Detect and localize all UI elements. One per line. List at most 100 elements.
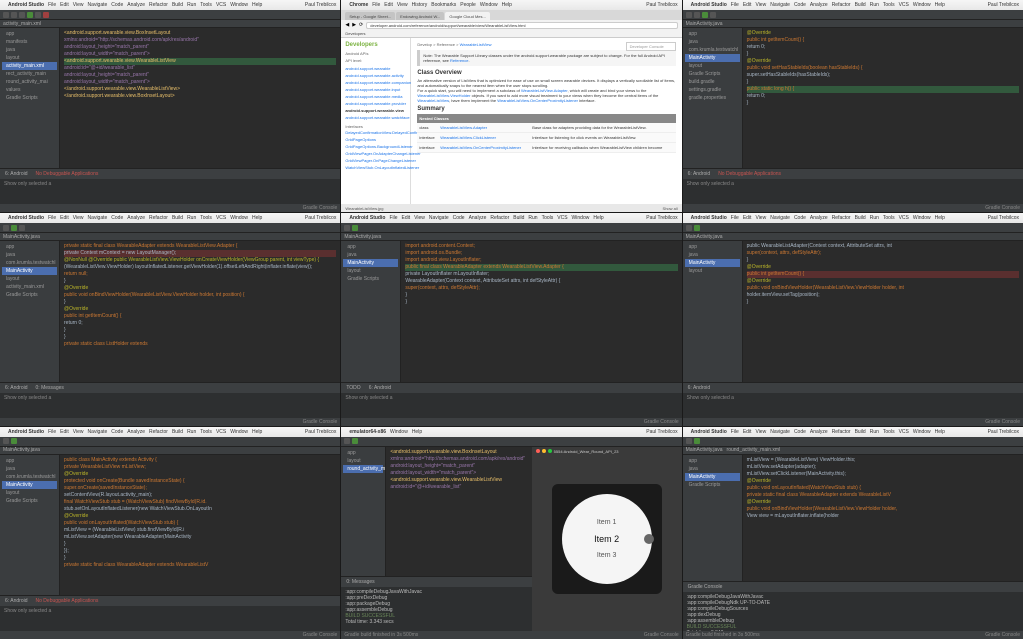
- doc-link[interactable]: WearableListView.OnCenterProximityListen…: [497, 98, 578, 103]
- tree-round[interactable]: round_activity_mai: [2, 78, 57, 86]
- menu-help[interactable]: Help: [252, 2, 262, 8]
- menu-code[interactable]: Code: [111, 2, 123, 8]
- menu-refactor[interactable]: Refactor: [149, 2, 168, 8]
- show-all-button[interactable]: Show all: [663, 206, 678, 211]
- tree-values[interactable]: values: [2, 86, 57, 94]
- nav-item[interactable]: android.support.wearable.provider: [345, 100, 406, 107]
- menu-tools[interactable]: Tools: [200, 2, 212, 8]
- project-tree[interactable]: app java com.krumla.testwatchl MainActiv…: [0, 455, 60, 595]
- code-editor[interactable]: public class MainActivity extends Activi…: [60, 455, 340, 595]
- menu-edit[interactable]: Edit: [60, 2, 69, 8]
- close-icon[interactable]: [536, 449, 540, 453]
- minimize-icon[interactable]: [542, 449, 546, 453]
- menu-file[interactable]: File: [372, 2, 380, 8]
- tab-main-activity[interactable]: MainActivity.java: [686, 21, 723, 27]
- crumb-item[interactable]: WearableListView: [460, 42, 492, 47]
- project-tree[interactable]: app java MainActivity layout: [683, 241, 743, 381]
- nav-item[interactable]: GridViewPager.OnAdapterChangeListener: [345, 150, 406, 157]
- nav-item[interactable]: android.support.wearable.media: [345, 93, 406, 100]
- tree-app[interactable]: app: [2, 30, 57, 38]
- note-link[interactable]: Reference: [450, 58, 468, 63]
- search-input[interactable]: Developer Console: [626, 42, 676, 51]
- watch-crown-icon[interactable]: [644, 534, 654, 544]
- bookmark[interactable]: Developers: [345, 31, 365, 36]
- nav-item[interactable]: android.support.wearable: [345, 65, 406, 72]
- mac-user[interactable]: Paul Trebilcox: [646, 2, 677, 8]
- chrome-tab[interactable]: Endowing Android W...: [396, 12, 444, 20]
- project-tree[interactable]: app layout round_activity_mai: [341, 447, 386, 576]
- undo-icon[interactable]: [11, 12, 17, 18]
- tab-gradle-console[interactable]: Gradle Console: [686, 584, 725, 590]
- nav-item[interactable]: GridPageOptions.BackgroundListener: [345, 143, 406, 150]
- run-icon[interactable]: [27, 12, 33, 18]
- project-tree[interactable]: app java com.krumla.testwatchl MainActiv…: [683, 28, 743, 168]
- url-field[interactable]: developer.android.com/reference/android/…: [366, 22, 677, 29]
- menu-file[interactable]: File: [48, 2, 56, 8]
- reload-icon[interactable]: ⟳: [359, 22, 363, 28]
- code-editor[interactable]: public WearableListAdapter(Context conte…: [743, 241, 1023, 381]
- code-editor[interactable]: <android.support.wearable.view.BoxInsetL…: [60, 28, 340, 168]
- menu-window[interactable]: Window: [480, 2, 498, 8]
- debug-icon[interactable]: [35, 12, 41, 18]
- menu-vcs[interactable]: VCS: [216, 2, 226, 8]
- tree-manifests[interactable]: manifests: [2, 38, 57, 46]
- nav-item[interactable]: android.support.wearable.activity: [345, 72, 406, 79]
- menu-view[interactable]: View: [73, 2, 84, 8]
- status-gradle[interactable]: Gradle Console: [303, 205, 338, 211]
- emulator-window[interactable]: 5554:Android_Wear_Round_API_23 Item 1 It…: [532, 447, 682, 631]
- chrome-tab[interactable]: Setup - Google Sheet...: [345, 12, 395, 20]
- mac-user[interactable]: Paul Trebilcox: [305, 2, 336, 8]
- forward-icon[interactable]: ▶: [352, 22, 356, 28]
- tree-gradle[interactable]: Gradle Scripts: [2, 94, 57, 102]
- tree-layout[interactable]: layout: [2, 54, 57, 62]
- tab-activity-main[interactable]: activity_main.xml: [3, 21, 41, 27]
- doc-sidebar[interactable]: Developers Android APIs API level: andro…: [341, 38, 411, 204]
- tab-android[interactable]: 6: Android: [3, 171, 30, 177]
- doc-link[interactable]: WearableListView: [417, 98, 449, 103]
- back-icon[interactable]: ◀: [345, 22, 349, 28]
- project-tree[interactable]: app java com.krumla.testwatchl MainActiv…: [0, 241, 60, 381]
- android-logo[interactable]: Developers: [345, 42, 406, 48]
- zoom-icon[interactable]: [548, 449, 552, 453]
- menu-build[interactable]: Build: [172, 2, 183, 8]
- menu-people[interactable]: People: [460, 2, 476, 8]
- code-editor[interactable]: private static final class WearableAdapt…: [60, 241, 340, 381]
- menu-edit[interactable]: Edit: [384, 2, 393, 8]
- doc-content[interactable]: Developer Console Develop > Reference > …: [411, 38, 681, 204]
- table-row[interactable]: classWearableListView.AdapterBase class …: [417, 123, 675, 133]
- redo-icon[interactable]: [19, 12, 25, 18]
- crumb-item[interactable]: Reference: [437, 42, 455, 47]
- app-name[interactable]: Android Studio: [8, 2, 44, 8]
- menu-help[interactable]: Help: [502, 2, 512, 8]
- nav-item[interactable]: GridViewPager.OnPageChangeListener: [345, 157, 406, 164]
- menu-navigate[interactable]: Navigate: [88, 2, 108, 8]
- code-editor[interactable]: <android.support.wearable.view.BoxInsetL…: [386, 447, 531, 576]
- table-row[interactable]: interfaceWearableListView.OnCenterProxim…: [417, 143, 675, 153]
- list-item[interactable]: Item 3: [597, 552, 616, 559]
- code-editor[interactable]: mListView = (WearableListView) ViewHolde…: [743, 455, 1023, 581]
- code-editor[interactable]: @Override public int getItemCount() { re…: [743, 28, 1023, 168]
- nav-item[interactable]: android.support.wearable.companion: [345, 79, 406, 86]
- code-editor[interactable]: import android.content.Context; import a…: [401, 241, 681, 381]
- nav-item[interactable]: DelayedConfirmationView.DelayedConfirmat…: [345, 129, 406, 136]
- app-name[interactable]: emulator64-x86: [349, 429, 386, 435]
- menu-analyze[interactable]: Analyze: [127, 2, 145, 8]
- tree-rect[interactable]: rect_activity_main: [2, 70, 57, 78]
- tree-activity-main-xml[interactable]: activity_main.xml: [2, 62, 57, 70]
- menu-window[interactable]: Window: [230, 2, 248, 8]
- chrome-tab-active[interactable]: Google Cloud Mes...: [445, 12, 489, 20]
- menu-run[interactable]: Run: [187, 2, 196, 8]
- table-row[interactable]: interfaceWearableListView.ClickListenerI…: [417, 133, 675, 143]
- menu-view[interactable]: View: [397, 2, 408, 8]
- menu-history[interactable]: History: [412, 2, 428, 8]
- save-icon[interactable]: [3, 12, 9, 18]
- app-name[interactable]: Android Studio: [691, 2, 727, 8]
- run-icon[interactable]: [702, 12, 708, 18]
- list-item-selected[interactable]: Item 2: [594, 534, 619, 544]
- app-name[interactable]: Chrome: [349, 2, 368, 8]
- nav-item[interactable]: GridPageOptions: [345, 136, 406, 143]
- menu-bookmarks[interactable]: Bookmarks: [431, 2, 456, 8]
- nav-item[interactable]: android.support.wearable.input: [345, 86, 406, 93]
- list-item[interactable]: Item 1: [597, 519, 616, 526]
- crumb-item[interactable]: Develop: [417, 42, 432, 47]
